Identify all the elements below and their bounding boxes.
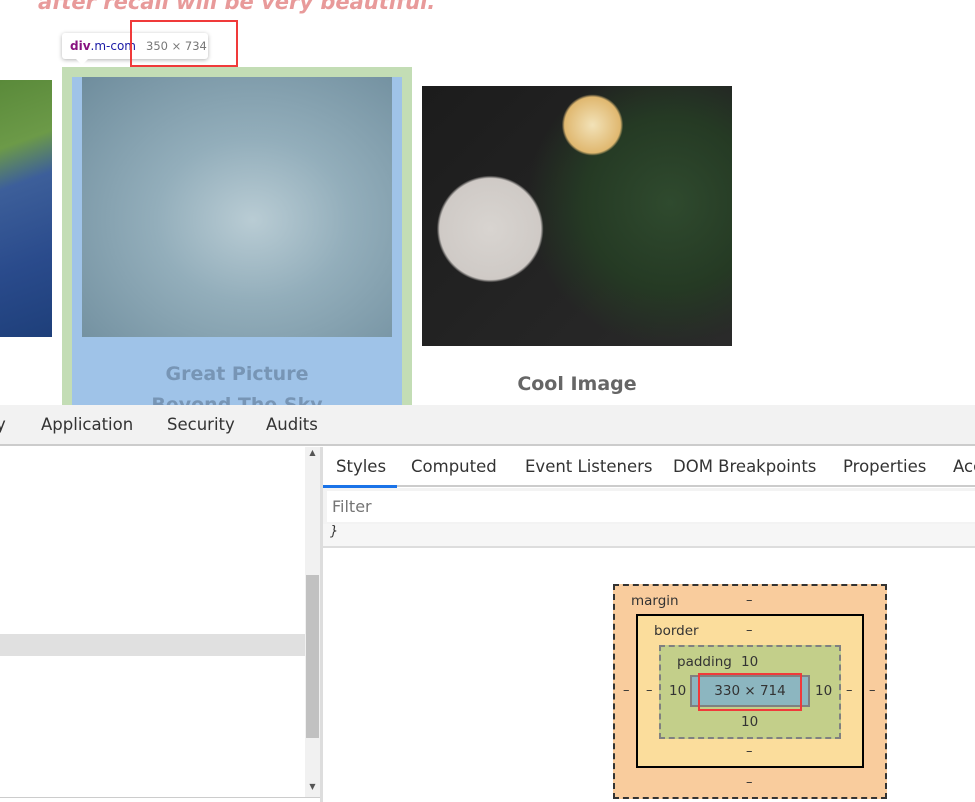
elements-tree[interactable] <box>0 447 305 797</box>
card-image-waffles <box>422 86 732 346</box>
border-left[interactable]: – <box>646 683 653 698</box>
margin-top[interactable]: – <box>746 593 753 608</box>
tab-memory[interactable]: y <box>0 415 6 434</box>
scrollbar-thumb[interactable] <box>306 575 319 738</box>
margin-bottom[interactable]: – <box>746 775 753 790</box>
margin-right[interactable]: – <box>869 683 876 698</box>
annotation-box <box>698 673 802 711</box>
sidebar-tabs: Styles Computed Event Listeners DOM Brea… <box>323 447 975 487</box>
scroll-up-icon[interactable]: ▲ <box>305 448 320 457</box>
tab-audits[interactable]: Audits <box>266 415 318 434</box>
filter-input[interactable] <box>327 491 975 522</box>
tab-security[interactable]: Security <box>167 415 235 434</box>
margin-label: margin <box>631 593 679 609</box>
style-rule-end: } <box>323 524 975 548</box>
border-bottom[interactable]: – <box>746 744 753 759</box>
border-right[interactable]: – <box>846 683 853 698</box>
divider <box>0 797 320 798</box>
tab-application[interactable]: Application <box>41 415 133 434</box>
padding-left[interactable]: 10 <box>669 683 686 699</box>
tooltip-tag: div <box>70 39 91 53</box>
border-label: border <box>654 623 699 639</box>
tab-dom-breakpoints[interactable]: DOM Breakpoints <box>673 457 816 476</box>
padding-right[interactable]: 10 <box>815 683 832 699</box>
card-image-sneakers <box>82 77 392 337</box>
tab-accessibility[interactable]: Acc <box>953 457 975 476</box>
padding-label: padding <box>677 654 732 670</box>
card-image-left <box>0 80 52 337</box>
devtools-main-tabs: y Application Security Audits <box>0 405 975 446</box>
tab-styles[interactable]: Styles <box>336 457 386 476</box>
annotation-box <box>130 20 238 67</box>
page-headline: after recall will be very beautiful. <box>38 0 436 14</box>
tab-properties[interactable]: Properties <box>843 457 926 476</box>
border-top[interactable]: – <box>746 623 753 638</box>
card-title: Great Picture <box>165 363 309 385</box>
tab-event-listeners[interactable]: Event Listeners <box>525 457 653 476</box>
selected-node-row[interactable] <box>0 634 305 656</box>
card-subtitle: Beyond The Sky <box>72 396 402 405</box>
padding-top[interactable]: 10 <box>741 654 758 670</box>
padding-bottom[interactable]: 10 <box>741 714 758 730</box>
tab-computed[interactable]: Computed <box>411 457 497 476</box>
scroll-down-icon[interactable]: ▼ <box>305 782 320 791</box>
card-title: Cool Image <box>517 373 637 395</box>
margin-left[interactable]: – <box>623 683 630 698</box>
